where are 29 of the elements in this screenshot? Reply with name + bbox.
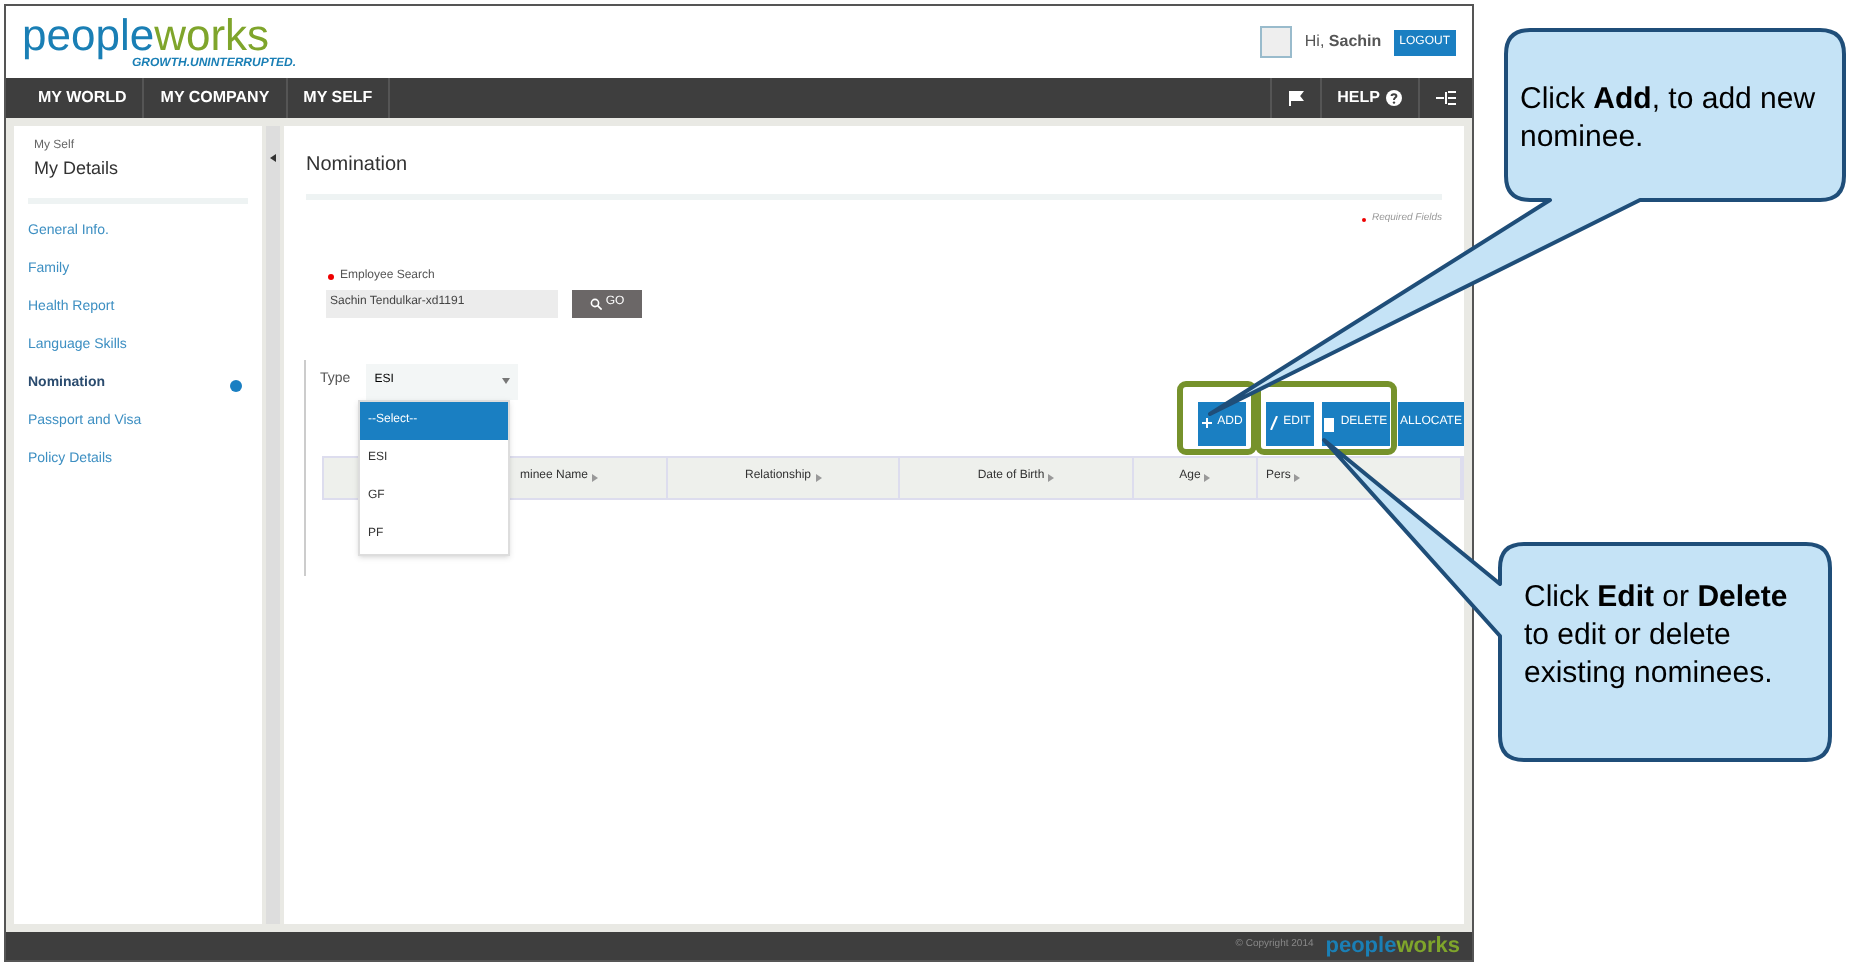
sort-icon xyxy=(1048,473,1055,481)
page-title: Nomination xyxy=(306,152,410,180)
plus-icon xyxy=(1201,418,1212,428)
nav-tab[interactable]: MY WORLD xyxy=(22,78,145,118)
greeting: Hi, Sachin xyxy=(1304,30,1382,54)
sort-icon xyxy=(1294,473,1301,481)
search-icon xyxy=(589,297,602,309)
callout-text: Click Add, to add new nominee. xyxy=(1520,80,1818,156)
collapse-handle[interactable] xyxy=(266,126,280,924)
required-mark-icon xyxy=(328,273,334,279)
avatar-icon xyxy=(1260,26,1293,58)
flag-icon[interactable] xyxy=(1287,90,1304,106)
arrow-left-icon xyxy=(270,154,276,162)
required-mark-icon xyxy=(1361,217,1366,222)
sort-icon xyxy=(815,473,822,481)
logo: peopleworks xyxy=(1325,935,1460,957)
nav-tab[interactable]: MY COMPANY xyxy=(144,78,288,118)
help-icon xyxy=(1386,90,1402,106)
trash-icon xyxy=(1324,415,1335,431)
menu-icon[interactable] xyxy=(1436,90,1456,106)
sort-icon xyxy=(1204,473,1211,481)
pencil-icon xyxy=(1269,416,1278,430)
logo: peopleworks xyxy=(22,14,270,58)
help-button[interactable]: HELP xyxy=(1319,78,1418,118)
callout-text: Click Edit or Delete to edit or delete existing nominees. xyxy=(1524,578,1790,692)
caret-icon xyxy=(502,378,511,384)
nav-tab[interactable]: MY SELF xyxy=(287,78,391,118)
sidebar-title: My Details xyxy=(32,156,121,182)
sort-icon xyxy=(592,473,599,481)
